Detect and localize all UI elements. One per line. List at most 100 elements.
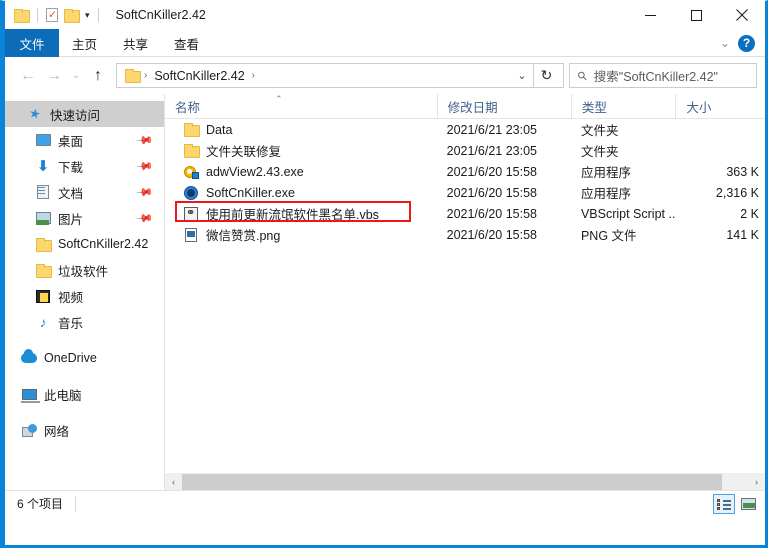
sidebar-item-junk-software[interactable]: 垃圾软件: [5, 257, 164, 283]
column-header-size[interactable]: 大小: [675, 94, 765, 118]
qat-divider-2: [97, 8, 99, 22]
vbscript-icon: ⚭: [183, 206, 199, 222]
tab-file[interactable]: 文件: [5, 29, 59, 57]
sidebar-item-this-pc[interactable]: 此电脑: [5, 381, 164, 407]
chevron-down-icon[interactable]: ⌄: [720, 37, 730, 49]
cell-date: 2021/6/20 15:58: [446, 227, 537, 242]
sidebar-label-desktop: 桌面: [58, 134, 84, 149]
breadcrumb-separator-2[interactable]: ›: [248, 70, 259, 81]
cell-date: 2021/6/20 15:58: [446, 164, 537, 179]
cell-name: adwView2.43.exe: [165, 164, 437, 180]
column-header-type[interactable]: 类型: [570, 94, 676, 118]
cell-type: PNG 文件: [580, 229, 637, 243]
item-count: 6 个项目: [5, 496, 77, 512]
qat-divider: [37, 8, 38, 22]
ribbon-right-controls: ⌄ ?: [720, 29, 761, 57]
application-icon: [183, 164, 199, 180]
search-input[interactable]: ⚲ 搜索"SoftCnKiller2.42": [569, 63, 757, 88]
tab-share[interactable]: 共享: [110, 29, 161, 57]
column-header-name[interactable]: 名称 ⌃: [165, 94, 437, 118]
folder-icon: [183, 122, 200, 138]
details-view-button[interactable]: [713, 494, 735, 514]
window-title: SoftCnKiller2.42: [115, 8, 206, 22]
cell-date: 2021/6/20 15:58: [446, 206, 537, 221]
new-folder-icon[interactable]: [64, 8, 80, 23]
onedrive-cloud-icon: [21, 349, 37, 366]
sidebar-label-videos: 视频: [58, 290, 84, 305]
sidebar-item-softcnkiller[interactable]: SoftCnKiller2.42: [5, 231, 164, 257]
horizontal-scrollbar[interactable]: ‹ ›: [165, 473, 765, 490]
cell-type: VBScript Script ...: [580, 206, 676, 221]
sidebar-item-downloads[interactable]: ⬇ 下载 📌: [5, 153, 164, 179]
qat-dropdown-icon[interactable]: ▾: [85, 10, 90, 20]
breadcrumb-separator-1[interactable]: ›: [140, 70, 151, 81]
file-rows: Data 2021/6/21 23:05 文件夹 文件关联修复 2021/6/2…: [165, 119, 765, 245]
refresh-icon[interactable]: ↻: [533, 63, 559, 88]
cell-type: 应用程序: [580, 166, 631, 180]
sidebar-item-music[interactable]: ♪ 音乐: [5, 309, 164, 335]
cell-size: 363 K: [726, 164, 759, 179]
cell-size: 2 K: [740, 206, 759, 221]
pin-star-icon: ★: [27, 104, 43, 123]
sidebar-item-videos[interactable]: 视频: [5, 283, 164, 309]
pin-icon[interactable]: 📌: [136, 209, 155, 227]
desktop-icon: [35, 132, 51, 148]
globe-application-icon: [183, 185, 199, 201]
sidebar-item-desktop[interactable]: 桌面 📌: [5, 127, 164, 153]
breadcrumb-dropdown-icon[interactable]: ⌄: [511, 64, 533, 87]
documents-icon: [35, 184, 51, 200]
scrollbar-thumb[interactable]: [182, 474, 722, 490]
search-icon: ⚲: [574, 67, 591, 84]
recent-locations-button[interactable]: ⌄: [67, 62, 85, 90]
save-folder-icon[interactable]: [14, 8, 30, 23]
scroll-right-icon[interactable]: ›: [748, 474, 765, 490]
address-bar: ← → ⌄ ↑ › SoftCnKiller2.42 › ⌄ ↻ ⚲ 搜索"So…: [5, 57, 765, 94]
breadcrumb-path[interactable]: SoftCnKiller2.42: [151, 69, 247, 83]
sidebar-item-quick-access[interactable]: ★ 快速访问: [5, 101, 164, 127]
table-row[interactable]: ⚭ 使用前更新流氓软件黑名单.vbs 2021/6/20 15:58 VBScr…: [165, 203, 765, 224]
forward-button[interactable]: →: [41, 62, 67, 90]
column-label-name: 名称: [175, 100, 201, 115]
pin-icon[interactable]: 📌: [136, 183, 155, 201]
scroll-left-icon[interactable]: ‹: [165, 474, 182, 490]
png-image-icon: [183, 227, 199, 243]
table-row[interactable]: 微信赞赏.png 2021/6/20 15:58 PNG 文件 141 K: [165, 224, 765, 245]
folder-icon: [183, 143, 200, 159]
explorer-body: ★ 快速访问 桌面 📌 ⬇ 下载 📌 文档 📌 图片 📌 SoftCnKille…: [5, 94, 765, 490]
sidebar-item-onedrive[interactable]: OneDrive: [5, 345, 164, 371]
table-row[interactable]: Data 2021/6/21 23:05 文件夹: [165, 119, 765, 140]
folder-icon: [35, 262, 52, 278]
table-row[interactable]: adwView2.43.exe 2021/6/20 15:58 应用程序 363…: [165, 161, 765, 182]
breadcrumb[interactable]: › SoftCnKiller2.42 › ⌄ ↻: [116, 63, 564, 88]
large-icons-view-button[interactable]: [737, 494, 759, 514]
back-button[interactable]: ←: [15, 62, 41, 90]
status-bar: 6 个项目: [5, 490, 765, 517]
sidebar-item-documents[interactable]: 文档 📌: [5, 179, 164, 205]
table-row[interactable]: SoftCnKiller.exe 2021/6/20 15:58 应用程序 2,…: [165, 182, 765, 203]
column-headers: 名称 ⌃ 修改日期 类型 大小: [165, 94, 765, 119]
this-pc-icon: [20, 386, 40, 403]
cell-name: SoftCnKiller.exe: [165, 185, 437, 201]
up-button[interactable]: ↑: [85, 62, 111, 90]
large-icons-view-icon: [740, 498, 756, 510]
properties-icon[interactable]: ✓: [46, 7, 59, 23]
table-row[interactable]: 文件关联修复 2021/6/21 23:05 文件夹: [165, 140, 765, 161]
sidebar-label-downloads: 下载: [58, 160, 84, 175]
maximize-button[interactable]: [673, 1, 719, 29]
sidebar-item-pictures[interactable]: 图片 📌: [5, 205, 164, 231]
pin-icon[interactable]: 📌: [136, 131, 155, 149]
cell-type: 文件夹: [580, 145, 619, 159]
minimize-button[interactable]: [627, 1, 673, 29]
column-header-date[interactable]: 修改日期: [436, 94, 571, 118]
pin-icon[interactable]: 📌: [136, 157, 155, 175]
scrollbar-track-end[interactable]: [722, 474, 748, 490]
tab-view[interactable]: 查看: [161, 29, 212, 57]
tab-home[interactable]: 主页: [59, 29, 110, 57]
cell-date: 2021/6/20 15:58: [446, 185, 537, 200]
table-row-wrapper: 微信赞赏.png 2021/6/20 15:58 PNG 文件 141 K: [165, 224, 765, 245]
sidebar-label-softcnkiller: SoftCnKiller2.42: [58, 237, 149, 251]
close-button[interactable]: [719, 1, 765, 29]
file-explorer-window: ✓ ▾ SoftCnKiller2.42 文件 主页 共享 查看 ⌄ ? ← →…: [0, 0, 768, 548]
help-icon[interactable]: ?: [738, 34, 755, 52]
sidebar-item-network[interactable]: 网络: [5, 417, 164, 443]
